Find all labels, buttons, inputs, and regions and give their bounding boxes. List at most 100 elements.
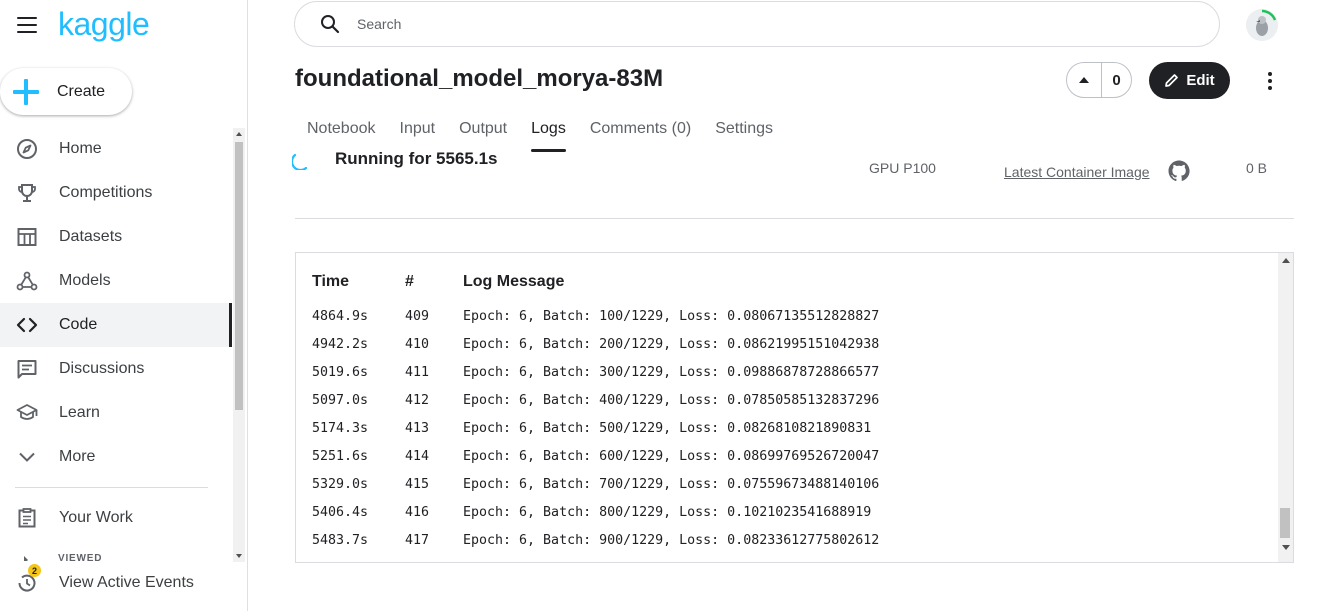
tab-output[interactable]: Output [447, 110, 519, 154]
log-row: 5406.4s 416 Epoch: 6, Batch: 800/1229, L… [296, 505, 1276, 533]
page-title: foundational_model_morya-83M [295, 65, 664, 92]
column-header-time: Time [312, 273, 350, 290]
more-options-icon[interactable] [1262, 70, 1278, 92]
kaggle-logo[interactable]: kaggle [58, 6, 150, 43]
sidebar-item-competitions[interactable]: Competitions [0, 171, 232, 215]
sidebar-scrollbar[interactable] [233, 128, 245, 562]
tab-settings[interactable]: Settings [703, 110, 785, 154]
sidebar-nav-secondary: Your Work [0, 496, 232, 540]
log-message: Epoch: 6, Batch: 700/1229, Loss: 0.07559… [463, 477, 880, 492]
container-image-link[interactable]: Latest Container Image [1004, 164, 1150, 180]
notebook-tabs: Notebook Input Output Logs Comments (0) … [295, 110, 785, 154]
sidebar-item-label: Models [59, 272, 111, 289]
edit-label: Edit [1186, 72, 1215, 89]
sidebar-item-discussions[interactable]: Discussions [0, 347, 232, 391]
search-icon [319, 13, 341, 35]
sidebar-item-label: Competitions [59, 184, 153, 201]
code-icon [16, 314, 38, 336]
history-icon: 2 [16, 564, 41, 594]
tab-comments[interactable]: Comments (0) [578, 110, 703, 154]
scroll-down-icon[interactable] [236, 554, 242, 558]
log-row: 5174.3s 413 Epoch: 6, Batch: 500/1229, L… [296, 421, 1276, 449]
sidebar-item-label: Learn [59, 404, 100, 421]
log-row: 4864.9s 409 Epoch: 6, Batch: 100/1229, L… [296, 309, 1276, 337]
scroll-down-icon[interactable] [1282, 545, 1290, 550]
sidebar-item-label: More [59, 448, 96, 465]
upvote-button[interactable]: 0 [1066, 62, 1132, 98]
create-button[interactable]: Create [0, 68, 132, 115]
sidebar-item-label: Datasets [59, 228, 123, 245]
log-panel[interactable]: Time # Log Message 4864.9s 409 Epoch: 6,… [295, 252, 1294, 563]
scroll-up-icon[interactable] [1282, 258, 1290, 263]
log-message: Epoch: 6, Batch: 900/1229, Loss: 0.08233… [463, 533, 880, 548]
log-number: 412 [405, 393, 430, 408]
sidebar-item-label: Discussions [59, 360, 145, 377]
models-icon [16, 270, 38, 292]
sidebar-item-models[interactable]: Models [0, 259, 232, 303]
sidebar-item-label: Code [59, 316, 98, 333]
create-label: Create [57, 82, 106, 100]
compass-icon [16, 138, 38, 160]
caret-up-icon[interactable] [1067, 63, 1102, 97]
discussion-icon [16, 358, 38, 380]
log-number: 414 [405, 449, 430, 464]
sidebar-scrollbar-thumb[interactable] [235, 142, 243, 410]
log-time: 5483.7s [312, 533, 369, 548]
menu-icon[interactable] [17, 17, 37, 33]
trophy-icon [16, 182, 38, 204]
log-message: Epoch: 6, Batch: 100/1229, Loss: 0.08067… [463, 309, 880, 324]
sidebar-item-home[interactable]: Home [0, 127, 232, 171]
clipboard-icon [16, 507, 38, 529]
accelerator-label: GPU P100 [869, 160, 936, 176]
chevron-down-icon [16, 446, 38, 468]
sidebar: kaggle Create Home Competitions Datasets [0, 0, 248, 611]
log-message: Epoch: 6, Batch: 500/1229, Loss: 0.08268… [463, 421, 872, 436]
plus-icon [13, 78, 39, 105]
sidebar-item-learn[interactable]: Learn [0, 391, 232, 435]
log-number: 410 [405, 337, 430, 352]
log-message: Epoch: 6, Batch: 600/1229, Loss: 0.08699… [463, 449, 880, 464]
sidebar-item-code[interactable]: Code [0, 303, 232, 347]
log-time: 5174.3s [312, 421, 369, 436]
spinner-icon [292, 153, 308, 170]
sidebar-item-more[interactable]: More [0, 435, 232, 479]
sidebar-divider [15, 487, 208, 488]
sidebar-item-label: Your Work [59, 509, 133, 526]
sidebar-item-datasets[interactable]: Datasets [0, 215, 232, 259]
tab-logs[interactable]: Logs [519, 110, 578, 154]
log-time: 5251.6s [312, 449, 369, 464]
search-bar[interactable] [294, 1, 1220, 47]
log-number: 416 [405, 505, 430, 520]
log-time: 4942.2s [312, 337, 369, 352]
avatar[interactable] [1246, 9, 1278, 41]
tab-input[interactable]: Input [388, 110, 448, 154]
log-message: Epoch: 6, Batch: 800/1229, Loss: 0.10210… [463, 505, 872, 520]
notification-badge: 2 [28, 564, 41, 577]
sidebar-nav: Home Competitions Datasets Models Code D… [0, 127, 232, 479]
log-time: 4864.9s [312, 309, 369, 324]
column-header-number: # [405, 273, 414, 290]
table-icon [16, 226, 38, 248]
log-row: 5097.0s 412 Epoch: 6, Batch: 400/1229, L… [296, 393, 1276, 421]
vote-count: 0 [1112, 71, 1121, 89]
output-size: 0 B [1246, 160, 1268, 176]
log-row: 5483.7s 417 Epoch: 6, Batch: 900/1229, L… [296, 533, 1276, 561]
log-row: 5251.6s 414 Epoch: 6, Batch: 600/1229, L… [296, 449, 1276, 477]
search-input[interactable] [355, 15, 1159, 33]
log-number: 411 [405, 365, 430, 380]
log-row: 5329.0s 415 Epoch: 6, Batch: 700/1229, L… [296, 477, 1276, 505]
school-icon [16, 402, 38, 424]
sidebar-item-active-events[interactable]: 2 View Active Events [0, 561, 232, 605]
scroll-up-icon[interactable] [236, 132, 242, 136]
log-time: 5329.0s [312, 477, 369, 492]
sidebar-item-your-work[interactable]: Your Work [0, 496, 232, 540]
github-icon[interactable] [1167, 159, 1191, 183]
log-number: 413 [405, 421, 430, 436]
tab-notebook[interactable]: Notebook [295, 110, 388, 154]
log-scrollbar[interactable] [1278, 253, 1293, 562]
edit-button[interactable]: Edit [1149, 62, 1230, 99]
divider [295, 218, 1294, 219]
pencil-icon [1165, 74, 1179, 87]
log-scrollbar-thumb[interactable] [1280, 508, 1290, 538]
log-number: 415 [405, 477, 430, 492]
